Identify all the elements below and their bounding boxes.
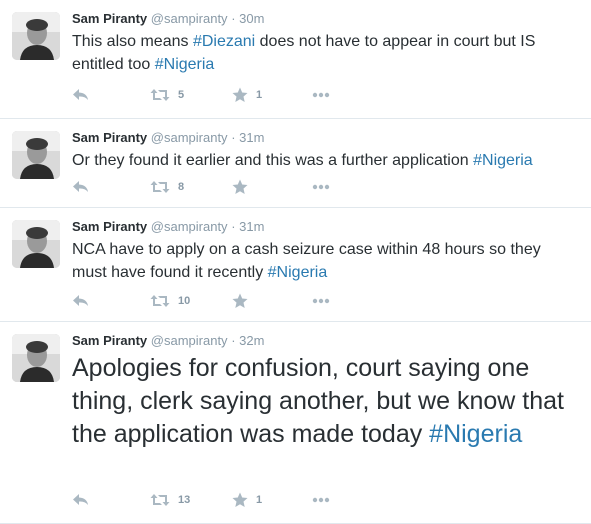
more-icon bbox=[312, 298, 330, 304]
tweet[interactable]: Sam Piranty @sampiranty · 30m This also … bbox=[0, 0, 591, 119]
favorite-button[interactable]: 1 bbox=[232, 490, 262, 510]
reply-button[interactable] bbox=[72, 291, 90, 311]
more-icon bbox=[312, 497, 330, 503]
avatar[interactable] bbox=[12, 334, 60, 382]
hashtag-link[interactable]: #Nigeria bbox=[268, 264, 328, 281]
retweet-button[interactable]: 5 bbox=[150, 85, 184, 105]
reply-icon bbox=[73, 181, 88, 192]
more-button[interactable] bbox=[312, 85, 330, 105]
tweet-timestamp[interactable]: 31m bbox=[239, 219, 264, 234]
retweet-icon bbox=[150, 295, 170, 307]
tweet-header: Sam Piranty @sampiranty · 30m bbox=[72, 10, 264, 28]
star-icon bbox=[232, 179, 248, 194]
tweet[interactable]: Sam Piranty @sampiranty · 31m Or they fo… bbox=[0, 119, 591, 208]
user-fullname[interactable]: Sam Piranty bbox=[72, 219, 147, 234]
tweet-text: Or they found it earlier and this was a … bbox=[72, 149, 572, 172]
tweet-actions: 10 bbox=[72, 291, 372, 311]
retweet-icon bbox=[150, 494, 170, 506]
tweet-text: Apologies for confusion, court saying on… bbox=[72, 352, 572, 451]
more-icon bbox=[312, 184, 330, 190]
favorite-button[interactable]: 1 bbox=[232, 85, 262, 105]
profile-photo bbox=[12, 12, 60, 60]
avatar[interactable] bbox=[12, 131, 60, 179]
user-handle[interactable]: @sampiranty bbox=[151, 130, 228, 145]
hashtag-link[interactable]: #Nigeria bbox=[155, 56, 215, 73]
star-icon bbox=[232, 87, 248, 102]
retweet-count: 10 bbox=[178, 295, 191, 307]
more-icon bbox=[312, 92, 330, 98]
user-handle[interactable]: @sampiranty bbox=[151, 333, 228, 348]
retweet-icon bbox=[150, 89, 170, 101]
separator: · bbox=[231, 219, 236, 234]
reply-button[interactable] bbox=[72, 177, 90, 197]
profile-photo bbox=[12, 334, 60, 382]
user-handle[interactable]: @sampiranty bbox=[151, 11, 228, 26]
tweet-header: Sam Piranty @sampiranty · 31m bbox=[72, 218, 264, 236]
avatar[interactable] bbox=[12, 220, 60, 268]
tweet-text: This also means #Diezani does not have t… bbox=[72, 30, 572, 76]
retweet-icon bbox=[150, 181, 170, 193]
avatar[interactable] bbox=[12, 12, 60, 60]
profile-photo bbox=[12, 131, 60, 179]
hashtag-link[interactable]: #Nigeria bbox=[473, 152, 533, 169]
user-handle[interactable]: @sampiranty bbox=[151, 219, 228, 234]
tweet-timeline: Sam Piranty @sampiranty · 30m This also … bbox=[0, 0, 591, 524]
tweet-actions: 8 bbox=[72, 177, 372, 197]
user-fullname[interactable]: Sam Piranty bbox=[72, 130, 147, 145]
retweet-count: 8 bbox=[178, 181, 185, 193]
tweet-timestamp[interactable]: 30m bbox=[239, 11, 264, 26]
tweet-text-part: Or they found it earlier and this was a … bbox=[72, 152, 474, 169]
tweet-timestamp[interactable]: 31m bbox=[239, 130, 264, 145]
hashtag-link[interactable]: #Nigeria bbox=[429, 420, 522, 448]
retweet-button[interactable]: 8 bbox=[150, 177, 184, 197]
tweet[interactable]: Sam Piranty @sampiranty · 31m NCA have t… bbox=[0, 208, 591, 322]
retweet-count: 5 bbox=[178, 89, 185, 101]
reply-icon bbox=[73, 295, 88, 306]
reply-icon bbox=[73, 494, 88, 505]
reply-button[interactable] bbox=[72, 490, 90, 510]
more-button[interactable] bbox=[312, 291, 330, 311]
user-fullname[interactable]: Sam Piranty bbox=[72, 333, 147, 348]
hashtag-link[interactable]: #Diezani bbox=[193, 33, 255, 50]
tweet-actions: 5 1 bbox=[72, 85, 372, 105]
more-button[interactable] bbox=[312, 490, 330, 510]
separator: · bbox=[231, 11, 236, 26]
tweet[interactable]: Sam Piranty @sampiranty · 32m Apologies … bbox=[0, 322, 591, 524]
tweet-text-part: This also means bbox=[72, 33, 193, 50]
user-fullname[interactable]: Sam Piranty bbox=[72, 11, 147, 26]
tweet-header: Sam Piranty @sampiranty · 31m bbox=[72, 129, 264, 147]
separator: · bbox=[231, 130, 236, 145]
profile-photo bbox=[12, 220, 60, 268]
separator: · bbox=[231, 333, 236, 348]
favorite-button[interactable] bbox=[232, 291, 256, 311]
favorite-button[interactable] bbox=[232, 177, 256, 197]
star-icon bbox=[232, 293, 248, 308]
star-icon bbox=[232, 492, 248, 507]
tweet-timestamp[interactable]: 32m bbox=[239, 333, 264, 348]
favorite-count: 1 bbox=[256, 494, 263, 506]
tweet-header: Sam Piranty @sampiranty · 32m bbox=[72, 332, 264, 350]
tweet-actions: 13 1 bbox=[72, 490, 372, 510]
reply-button[interactable] bbox=[72, 85, 90, 105]
retweet-button[interactable]: 10 bbox=[150, 291, 190, 311]
retweet-button[interactable]: 13 bbox=[150, 490, 190, 510]
favorite-count: 1 bbox=[256, 89, 263, 101]
reply-icon bbox=[73, 89, 88, 100]
tweet-text: NCA have to apply on a cash seizure case… bbox=[72, 238, 572, 284]
retweet-count: 13 bbox=[178, 494, 191, 506]
more-button[interactable] bbox=[312, 177, 330, 197]
